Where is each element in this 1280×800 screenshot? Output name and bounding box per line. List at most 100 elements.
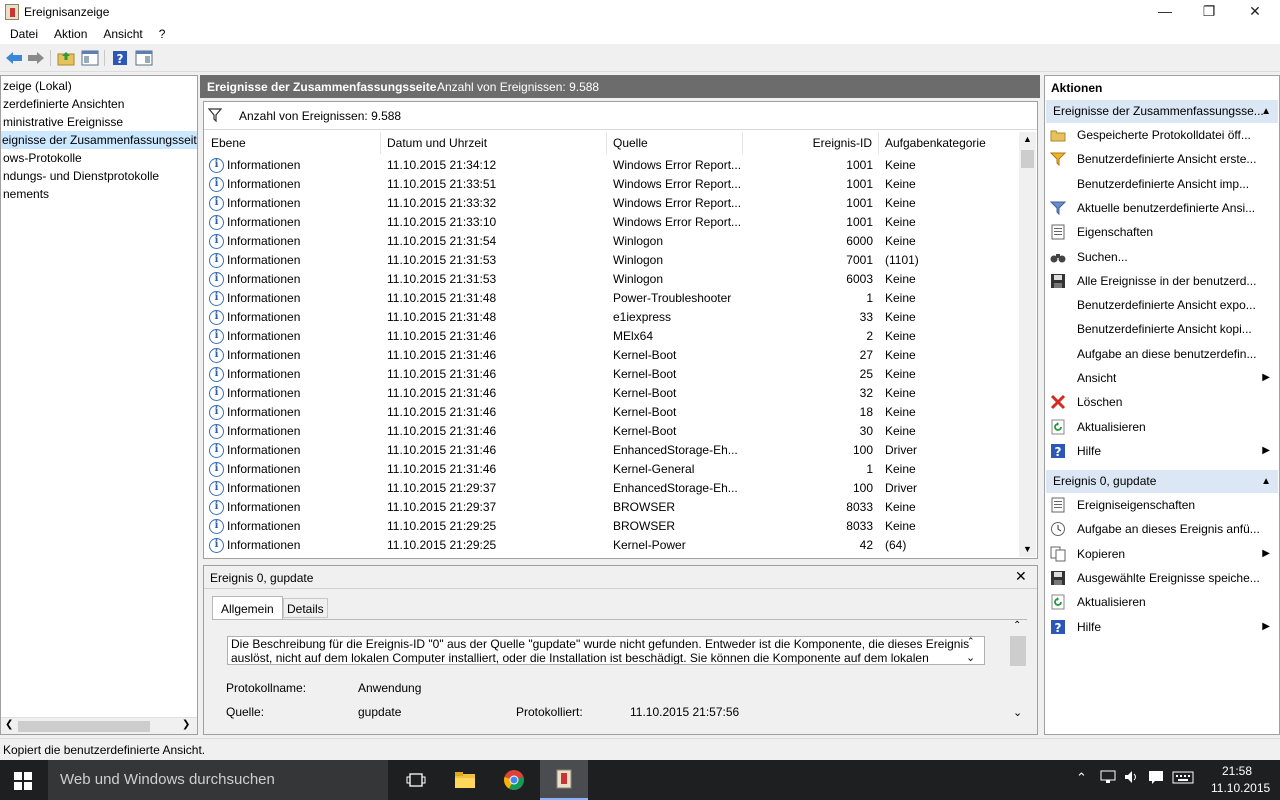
table-row[interactable]: i Informationen 11.10.2015 21:31:46 Kernel-… bbox=[205, 346, 1017, 365]
table-row[interactable]: i Informationen 11.10.2015 21:33:32 Windows… bbox=[205, 194, 1017, 213]
table-row[interactable]: i Informationen 11.10.2015 21:31:46 Enhance… bbox=[205, 441, 1017, 460]
table-row[interactable]: i Informationen 11.10.2015 21:31:46 Kernel-… bbox=[205, 384, 1017, 403]
action-item[interactable]: Löschen bbox=[1046, 390, 1278, 414]
table-row[interactable]: i Informationen 11.10.2015 21:33:10 Windows… bbox=[205, 213, 1017, 232]
table-row[interactable]: i Informationen 11.10.2015 21:31:46 Kernel-… bbox=[205, 403, 1017, 422]
show-hide-console-tree-icon[interactable] bbox=[80, 48, 100, 68]
table-row[interactable]: i Informationen 11.10.2015 21:31:46 MElx64 2… bbox=[205, 327, 1017, 346]
menu-help[interactable]: ? bbox=[151, 24, 174, 44]
action-item[interactable]: Aufgabe an dieses Ereignis anfü... bbox=[1046, 517, 1278, 541]
detail-scroll-down-icon[interactable]: ⌄ bbox=[1013, 706, 1022, 719]
action-item[interactable]: Kopieren ▶ bbox=[1046, 542, 1278, 566]
action-item[interactable]: Suchen... bbox=[1046, 245, 1278, 269]
table-row[interactable]: i Informationen 11.10.2015 21:31:48 Power-T… bbox=[205, 289, 1017, 308]
help-icon[interactable]: ? bbox=[110, 48, 130, 68]
action-item[interactable]: Eigenschaften bbox=[1046, 220, 1278, 244]
description-box[interactable]: Die Beschreibung für die Ereignis-ID "0"… bbox=[227, 636, 985, 665]
menu-datei[interactable]: Datei bbox=[0, 24, 46, 44]
table-row[interactable]: i Informationen 11.10.2015 21:31:46 Kernel-… bbox=[205, 422, 1017, 441]
action-item[interactable]: Ausgewählte Ereignisse speiche... bbox=[1046, 566, 1278, 590]
menu-aktion[interactable]: Aktion bbox=[46, 24, 95, 44]
scrollbar-thumb[interactable] bbox=[1010, 636, 1026, 666]
action-item[interactable]: Benutzerdefinierte Ansicht kopi... bbox=[1046, 317, 1278, 341]
network-icon[interactable] bbox=[1100, 770, 1116, 787]
table-row[interactable]: i Informationen 11.10.2015 21:31:46 Kernel-… bbox=[205, 365, 1017, 384]
table-row[interactable]: i Informationen 11.10.2015 21:29:37 BROWSER… bbox=[205, 498, 1017, 517]
action-item[interactable]: ? Hilfe ▶ bbox=[1046, 439, 1278, 463]
actions-section-event[interactable]: Ereignis 0, gupdate ▲ bbox=[1046, 470, 1278, 493]
tree-item-custom-views[interactable]: zerdefinierte Ansichten bbox=[3, 95, 124, 113]
table-row[interactable]: i Informationen 11.10.2015 21:34:12 Windows… bbox=[205, 156, 1017, 175]
action-item[interactable]: Benutzerdefinierte Ansicht expo... bbox=[1046, 293, 1278, 317]
keyboard-icon[interactable] bbox=[1172, 770, 1194, 787]
description-scroll-down-icon[interactable]: ⌄ bbox=[966, 651, 975, 664]
up-folder-icon[interactable] bbox=[56, 48, 76, 68]
action-item[interactable]: Ansicht ▶ bbox=[1046, 366, 1278, 390]
action-item[interactable]: Aktualisieren bbox=[1046, 590, 1278, 614]
minimize-button[interactable]: — bbox=[1142, 0, 1188, 24]
table-row[interactable]: i Informationen 11.10.2015 21:31:48 e1iexpr… bbox=[205, 308, 1017, 327]
table-row[interactable]: i Informationen 11.10.2015 21:31:53 Winlogo… bbox=[205, 251, 1017, 270]
chrome-icon[interactable] bbox=[490, 760, 538, 800]
column-header-aufgabenkategorie[interactable]: Aufgabenkategorie bbox=[879, 132, 1017, 154]
tree-item-administrative-events[interactable]: ministrative Ereignisse bbox=[3, 113, 123, 131]
collapse-icon[interactable]: ▲ bbox=[1261, 470, 1271, 493]
tree-item-applications-services-logs[interactable]: ndungs- und Dienstprotokolle bbox=[3, 167, 159, 185]
action-item[interactable]: Aufgabe an diese benutzerdefin... bbox=[1046, 342, 1278, 366]
action-item[interactable]: ? Hilfe ▶ bbox=[1046, 615, 1278, 639]
tree-item-event-viewer-local[interactable]: zeige (Lokal) bbox=[3, 77, 72, 95]
column-header-quelle[interactable]: Quelle bbox=[607, 132, 743, 154]
table-row[interactable]: i Informationen 11.10.2015 21:33:51 Windows… bbox=[205, 175, 1017, 194]
volume-icon[interactable] bbox=[1124, 770, 1140, 787]
show-hidden-icons-icon[interactable]: ⌃ bbox=[1076, 770, 1087, 786]
action-item[interactable]: Aktuelle benutzerdefinierte Ansi... bbox=[1046, 196, 1278, 220]
detail-scroll-up-icon[interactable]: ⌃ bbox=[1013, 620, 1021, 631]
close-detail-button[interactable]: ✕ bbox=[1015, 568, 1027, 585]
action-item[interactable]: Alle Ereignisse in der benutzerd... bbox=[1046, 269, 1278, 293]
action-item[interactable]: Ereigniseigenschaften bbox=[1046, 493, 1278, 517]
table-row[interactable]: i Informationen 11.10.2015 21:31:54 Winlogo… bbox=[205, 232, 1017, 251]
collapse-icon[interactable]: ▲ bbox=[1261, 100, 1271, 123]
file-explorer-icon[interactable] bbox=[441, 760, 489, 800]
windows-start-icon[interactable] bbox=[14, 772, 32, 793]
action-item[interactable]: Gespeicherte Protokolldatei öff... bbox=[1046, 123, 1278, 147]
table-row[interactable]: i Informationen 11.10.2015 21:29:25 Kernel-… bbox=[205, 536, 1017, 555]
tree-horizontal-scrollbar[interactable]: ❮ ❯ bbox=[1, 717, 197, 734]
table-row[interactable]: i Informationen 11.10.2015 21:29:25 BROWSER… bbox=[205, 517, 1017, 536]
tab-details[interactable]: Details bbox=[283, 598, 328, 618]
scroll-down-icon[interactable]: ▼ bbox=[1023, 544, 1032, 554]
task-view-icon[interactable] bbox=[392, 760, 440, 800]
action-item[interactable]: Benutzerdefinierte Ansicht imp... bbox=[1046, 172, 1278, 196]
detail-vertical-scrollbar[interactable]: ⌃ ⌄ bbox=[1010, 620, 1026, 723]
notification-center-icon[interactable] bbox=[1148, 770, 1164, 787]
maximize-button[interactable]: ❐ bbox=[1186, 0, 1232, 24]
column-header-ereignis-id[interactable]: Ereignis-ID bbox=[743, 132, 879, 154]
show-action-pane-icon[interactable] bbox=[134, 48, 154, 68]
column-header-datum[interactable]: Datum und Uhrzeit bbox=[381, 132, 607, 154]
back-arrow-icon[interactable] bbox=[4, 48, 24, 68]
close-window-button[interactable]: ✕ bbox=[1232, 0, 1278, 24]
column-header-ebene[interactable]: Ebene bbox=[205, 132, 381, 154]
table-row[interactable]: i Informationen 11.10.2015 21:29:37 Enhance… bbox=[205, 479, 1017, 498]
taskbar-search-box[interactable]: Web und Windows durchsuchen bbox=[48, 760, 388, 800]
action-item[interactable]: Aktualisieren bbox=[1046, 415, 1278, 439]
action-item[interactable]: Benutzerdefinierte Ansicht erste... bbox=[1046, 147, 1278, 171]
description-scroll-up-icon[interactable]: ⌃ bbox=[967, 636, 975, 647]
scroll-up-icon[interactable]: ▲ bbox=[1023, 134, 1032, 144]
scrollbar-thumb[interactable] bbox=[1021, 150, 1034, 168]
event-viewer-taskbar-icon[interactable] bbox=[540, 760, 588, 800]
table-row[interactable]: i Informationen 11.10.2015 21:31:46 Kernel-… bbox=[205, 460, 1017, 479]
event-list-vertical-scrollbar[interactable]: ▲ ▼ bbox=[1019, 132, 1036, 557]
menu-ansicht[interactable]: Ansicht bbox=[95, 24, 150, 44]
tree-item-summary-page-events[interactable]: eignisse der Zusammenfassungsseite bbox=[1, 131, 197, 149]
tree-item-windows-logs[interactable]: ows-Protokolle bbox=[3, 149, 82, 167]
actions-section-summary-page[interactable]: Ereignisse der Zusammenfassungsse... ▲ bbox=[1046, 100, 1278, 123]
table-row[interactable]: i Informationen 11.10.2015 21:31:53 Winlogo… bbox=[205, 270, 1017, 289]
forward-arrow-icon[interactable] bbox=[26, 48, 46, 68]
scrollbar-thumb[interactable] bbox=[18, 721, 150, 732]
tab-allgemein[interactable]: Allgemein bbox=[212, 596, 283, 620]
clock-date[interactable]: 11.10.2015 bbox=[1211, 781, 1270, 795]
scroll-left-icon[interactable]: ❮ bbox=[5, 719, 13, 730]
clock-time[interactable]: 21:58 bbox=[1222, 764, 1252, 778]
scroll-right-icon[interactable]: ❯ bbox=[182, 719, 190, 730]
